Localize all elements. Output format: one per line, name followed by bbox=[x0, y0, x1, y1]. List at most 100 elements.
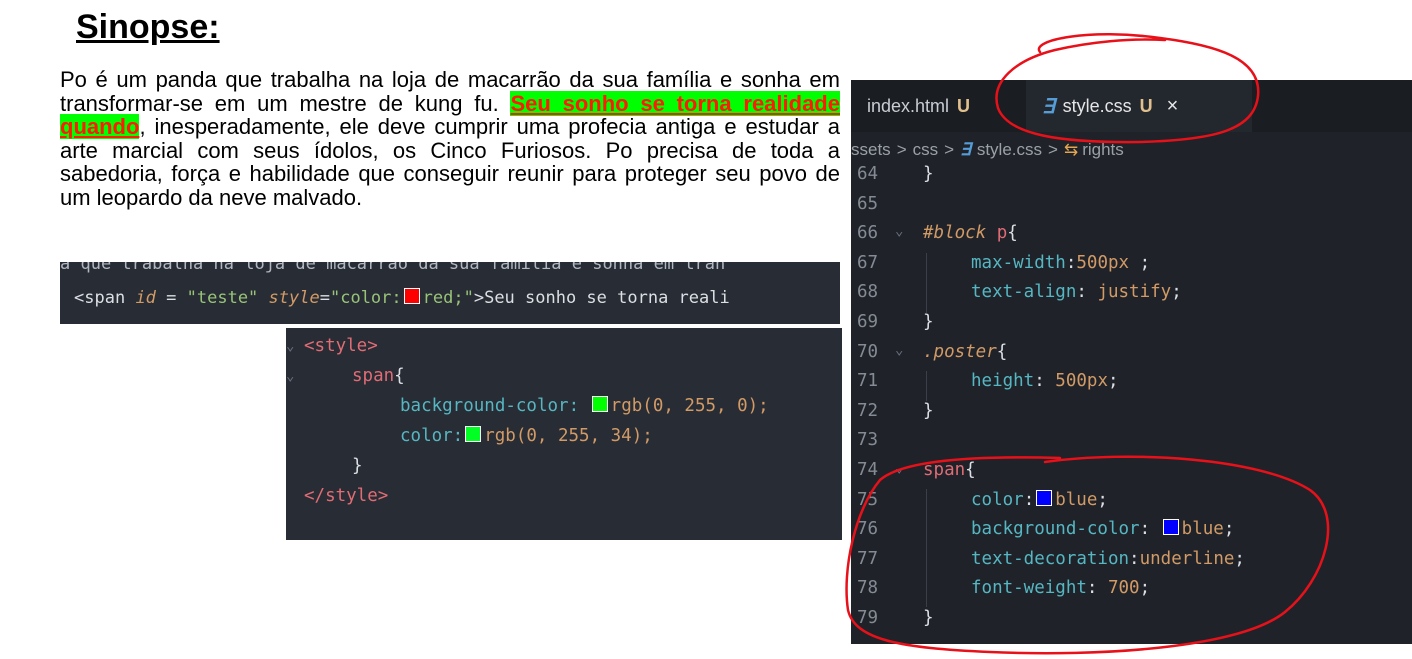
css-property: color bbox=[971, 489, 1024, 510]
style-equals: = bbox=[319, 288, 330, 308]
css-value: underline bbox=[1139, 548, 1235, 569]
css-file-icon: ∃ bbox=[960, 140, 971, 159]
code-line-76: 76 background-color: blue; bbox=[851, 519, 1412, 549]
colon: : bbox=[1086, 578, 1108, 599]
semicolon: ; bbox=[1129, 252, 1151, 273]
green-color-swatch[interactable] bbox=[591, 396, 608, 412]
fold-chevron-icon[interactable]: ⌄ bbox=[895, 342, 903, 358]
id-equals: = bbox=[155, 288, 187, 308]
editor-tab-bar: index.html U ∃ style.css U × bbox=[851, 80, 1412, 132]
breadcrumb-separator: > bbox=[1048, 140, 1058, 159]
colon: : bbox=[1065, 252, 1077, 273]
tab-label: style.css bbox=[1062, 95, 1132, 116]
code-line-65: 65 bbox=[851, 194, 1412, 224]
css-value: 700 bbox=[1107, 578, 1140, 599]
line-text: } bbox=[923, 312, 934, 332]
color-line: color: rgb(0, 255, 34); bbox=[400, 426, 653, 446]
code-line-67: 67 max-width:500px ; bbox=[851, 253, 1412, 283]
css-value: justify bbox=[1097, 282, 1172, 303]
red-color-swatch[interactable] bbox=[403, 288, 420, 304]
synopsis-text-after: , inesperadamente, ele deve cumprir uma … bbox=[60, 114, 840, 210]
line-number: 74 bbox=[857, 460, 879, 480]
line-text: } bbox=[923, 400, 934, 421]
colon: : bbox=[1129, 548, 1140, 569]
untracked-badge: U bbox=[957, 95, 971, 116]
id-value: "teste" bbox=[186, 288, 259, 308]
css-file-icon: ∃ bbox=[1042, 95, 1055, 118]
semicolon: ; bbox=[1223, 519, 1235, 540]
brace-open: { bbox=[965, 460, 976, 480]
line-number: 71 bbox=[857, 371, 879, 392]
line-number: 79 bbox=[857, 608, 879, 628]
selector-symbol-icon: ⇆ bbox=[1063, 140, 1079, 159]
code-line-75: 75 color: blue; bbox=[851, 489, 1412, 520]
colon: : bbox=[1034, 371, 1056, 392]
span-open-close: > bbox=[473, 288, 485, 308]
code-line-72: 72} bbox=[851, 401, 1412, 431]
line-number: 72 bbox=[857, 400, 879, 421]
line-number: 65 bbox=[857, 193, 879, 214]
line-number: 75 bbox=[857, 489, 879, 510]
css-property: text-align bbox=[971, 282, 1077, 303]
breadcrumb-style-css[interactable]: style.css bbox=[977, 140, 1042, 160]
colon: : bbox=[1076, 282, 1098, 303]
code-line-70: 70 ⌄ .poster{ bbox=[851, 342, 1412, 372]
css-property: font-weight bbox=[971, 578, 1087, 599]
background-color-value: rgb(0, 255, 0); bbox=[610, 396, 769, 416]
background-color-line: background-color: rgb(0, 255, 0); bbox=[400, 396, 769, 416]
line-number: 78 bbox=[857, 578, 879, 599]
style-open-line: <style> bbox=[304, 336, 378, 356]
css-property: text-decoration bbox=[971, 548, 1130, 569]
color-property: color: bbox=[400, 426, 464, 446]
line-number: 66 bbox=[857, 223, 879, 244]
green-color-swatch-2[interactable] bbox=[465, 426, 482, 442]
breadcrumb-rights[interactable]: rights bbox=[1082, 140, 1124, 160]
tab-label: index.html bbox=[867, 95, 950, 116]
semicolon: ; bbox=[1139, 578, 1151, 599]
span-selector-line: span{ bbox=[352, 366, 405, 386]
code-editor: index.html U ∃ style.css U × ssets > css… bbox=[851, 80, 1412, 644]
fold-chevron-icon[interactable]: ⌄ bbox=[895, 223, 903, 239]
line-number: 68 bbox=[857, 282, 879, 303]
fold-chevron-icon[interactable]: ⌄ bbox=[286, 368, 294, 384]
blue-color-swatch[interactable] bbox=[1162, 519, 1179, 536]
css-property: background-color bbox=[971, 519, 1140, 540]
line-number: 73 bbox=[857, 430, 879, 451]
synopsis-paragraph: Po é um panda que trabalha na loja de ma… bbox=[60, 68, 840, 209]
span-open-tag: <span bbox=[74, 288, 126, 308]
brace-close-line: } bbox=[352, 456, 363, 476]
css-value: blue bbox=[1055, 489, 1098, 510]
span-code-line: <span id = "teste" style="color: red;">Se… bbox=[74, 288, 730, 308]
line-number: 77 bbox=[857, 548, 879, 569]
semicolon: ; bbox=[1107, 371, 1119, 392]
line-number: 70 bbox=[857, 341, 879, 362]
breadcrumb-assets[interactable]: ssets bbox=[851, 140, 891, 160]
style-code-snippet: ⌄ ⌄ <style> span{ background-color: rgb(… bbox=[286, 328, 842, 540]
line-text: } bbox=[923, 608, 934, 628]
style-open-tag: <style> bbox=[304, 336, 378, 356]
line-text: } bbox=[923, 164, 934, 184]
tab-index-html[interactable]: index.html U bbox=[851, 80, 1027, 132]
breadcrumb-css[interactable]: css bbox=[913, 140, 939, 160]
blue-color-swatch[interactable] bbox=[1036, 489, 1053, 506]
css-value: blue bbox=[1181, 519, 1224, 540]
style-open: "color: bbox=[329, 288, 402, 308]
code-line-77: 77 text-decoration:underline; bbox=[851, 549, 1412, 579]
css-value: 500px bbox=[1076, 252, 1130, 273]
code-line-66: 66 ⌄ #block p{ bbox=[851, 223, 1412, 253]
untracked-badge: U bbox=[1139, 95, 1153, 116]
tab-style-css[interactable]: ∃ style.css U × bbox=[1026, 80, 1252, 132]
brace-close: } bbox=[352, 456, 363, 476]
semicolon: ; bbox=[1097, 489, 1108, 510]
tag-selector: p bbox=[986, 223, 1008, 244]
code-line-74: 74 ⌄ span{ bbox=[851, 460, 1412, 490]
colon: : bbox=[1023, 489, 1035, 510]
page-title: Sinopse: bbox=[76, 8, 220, 46]
fold-chevron-icon[interactable]: ⌄ bbox=[286, 338, 294, 354]
style-close-tag: </style> bbox=[304, 486, 389, 506]
line-number: 69 bbox=[857, 312, 879, 332]
fold-chevron-icon[interactable]: ⌄ bbox=[895, 460, 903, 476]
tag-selector: span bbox=[923, 460, 966, 480]
span-selector: span bbox=[352, 366, 395, 386]
close-icon[interactable]: × bbox=[1167, 95, 1179, 118]
